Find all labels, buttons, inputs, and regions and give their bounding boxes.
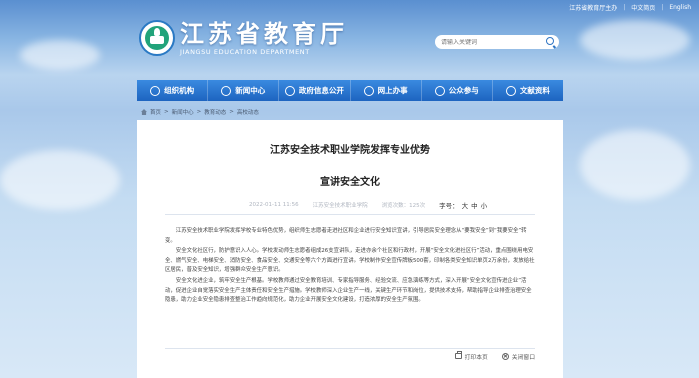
nav-item-org[interactable]: 组织机构: [137, 80, 209, 101]
site-logo[interactable]: 江苏省教育厅 JIANGSU EDUCATION DEPARTMENT: [139, 20, 348, 56]
nav-item-label: 公众参与: [448, 86, 479, 95]
top-links-bar: 江苏省教育厅主办 | 中文简页 | English: [0, 0, 699, 14]
article-paragraph: 安全文化进企业，筑牢安全生产根基。学校教师通过安全教育培训、专家指导服务、经验交…: [165, 277, 532, 304]
article-title-line1: 江苏安全技术职业学院发挥专业优势: [270, 145, 430, 156]
close-label: 关闭窗口: [511, 354, 535, 361]
cloud-decoration: [20, 40, 100, 70]
separator: |: [661, 3, 664, 11]
breadcrumb: 首页 > 新闻中心 > 教育动态 > 高校动态: [141, 108, 259, 116]
logo-subtitle: JIANGSU EDUCATION DEPARTMENT: [180, 48, 310, 56]
nav-item-label: 文献资料: [519, 86, 550, 95]
cloud-decoration: [0, 150, 120, 210]
nav-item-public[interactable]: 公众参与: [422, 80, 493, 101]
logo-title: 江苏省教育厅: [180, 20, 348, 48]
print-button[interactable]: 打印本页: [454, 351, 488, 361]
breadcrumb-separator: >: [196, 109, 202, 115]
font-size-controls: 字号： 大 中 小: [439, 200, 487, 210]
article-paragraph: 安全文化社区行，防护意识入人心。学校发动师生志愿者组成26支宣讲队，走进亦余个社…: [165, 248, 535, 274]
info-icon: [284, 85, 295, 96]
article-meta: 2022-01-11 11:56 江苏安全技术职业学院 浏览次数：125次 字号…: [165, 200, 535, 215]
nav-item-label: 政府信息公开: [298, 86, 344, 95]
article-paragraph: 江苏安全技术职业学院发挥学校专业特色优势，组织师生志愿者走进社区和企业进行安全知…: [165, 228, 527, 244]
article-title-line2: 宣讲安全文化: [320, 177, 380, 188]
nav-item-label: 网上办事: [377, 86, 408, 95]
close-icon: [501, 352, 509, 360]
docs-icon: [505, 85, 516, 96]
nav-item-docs[interactable]: 文献资料: [493, 80, 563, 101]
print-icon: [454, 351, 462, 359]
english-link[interactable]: English: [669, 4, 691, 11]
font-size-medium-button[interactable]: 中: [471, 200, 478, 210]
cloud-decoration: [580, 130, 690, 200]
chinese-version-link[interactable]: 中文简页: [631, 3, 655, 12]
breadcrumb-edu-news[interactable]: 教育动态: [204, 108, 226, 116]
org-icon: [150, 85, 161, 96]
cloud-decoration: [580, 20, 690, 60]
article-body: 江苏安全技术职业学院发挥学校专业特色优势，组织师生志愿者走进社区和企业进行安全知…: [165, 227, 535, 306]
nav-item-info[interactable]: 政府信息公开: [279, 80, 351, 101]
article-panel: 江苏安全技术职业学院发挥专业优势 宣讲安全文化 2022-01-11 11:56…: [137, 120, 563, 378]
font-size-label: 字号：: [439, 202, 459, 210]
breadcrumb-news[interactable]: 新闻中心: [172, 108, 194, 116]
close-window-button[interactable]: 关闭窗口: [501, 352, 535, 361]
nav-item-news[interactable]: 新闻中心: [208, 80, 280, 101]
search-input[interactable]: [441, 38, 541, 46]
font-size-small-button[interactable]: 小: [481, 200, 488, 210]
article-views: 浏览次数：125次: [381, 203, 426, 209]
nav-item-service[interactable]: 网上办事: [351, 80, 422, 101]
font-size-large-button[interactable]: 大: [462, 200, 469, 210]
breadcrumb-separator: >: [229, 109, 234, 115]
service-icon: [363, 85, 374, 96]
breadcrumb-separator: >: [164, 109, 169, 115]
article-footer: 打印本页 关闭窗口: [165, 348, 535, 363]
site-sponsor-link[interactable]: 江苏省教育厅主办: [569, 3, 617, 12]
nav-item-label: 组织机构: [164, 86, 195, 95]
search-box: [435, 35, 559, 49]
news-icon: [221, 85, 232, 96]
breadcrumb-university-news[interactable]: 高校动态: [237, 108, 259, 116]
separator: |: [623, 3, 626, 11]
public-icon: [434, 85, 445, 96]
search-icon[interactable]: [546, 37, 554, 45]
nav-item-label: 新闻中心: [235, 86, 266, 95]
education-emblem-icon: [139, 20, 175, 56]
print-label: 打印本页: [464, 354, 488, 361]
main-nav: 组织机构 新闻中心 政府信息公开 网上办事 公众参与 文献资料: [137, 80, 563, 101]
article-source: 江苏安全技术职业学院: [312, 203, 368, 209]
home-icon: [141, 109, 147, 115]
article-date: 2022-01-11 11:56: [249, 202, 299, 208]
breadcrumb-home[interactable]: 首页: [150, 108, 161, 116]
